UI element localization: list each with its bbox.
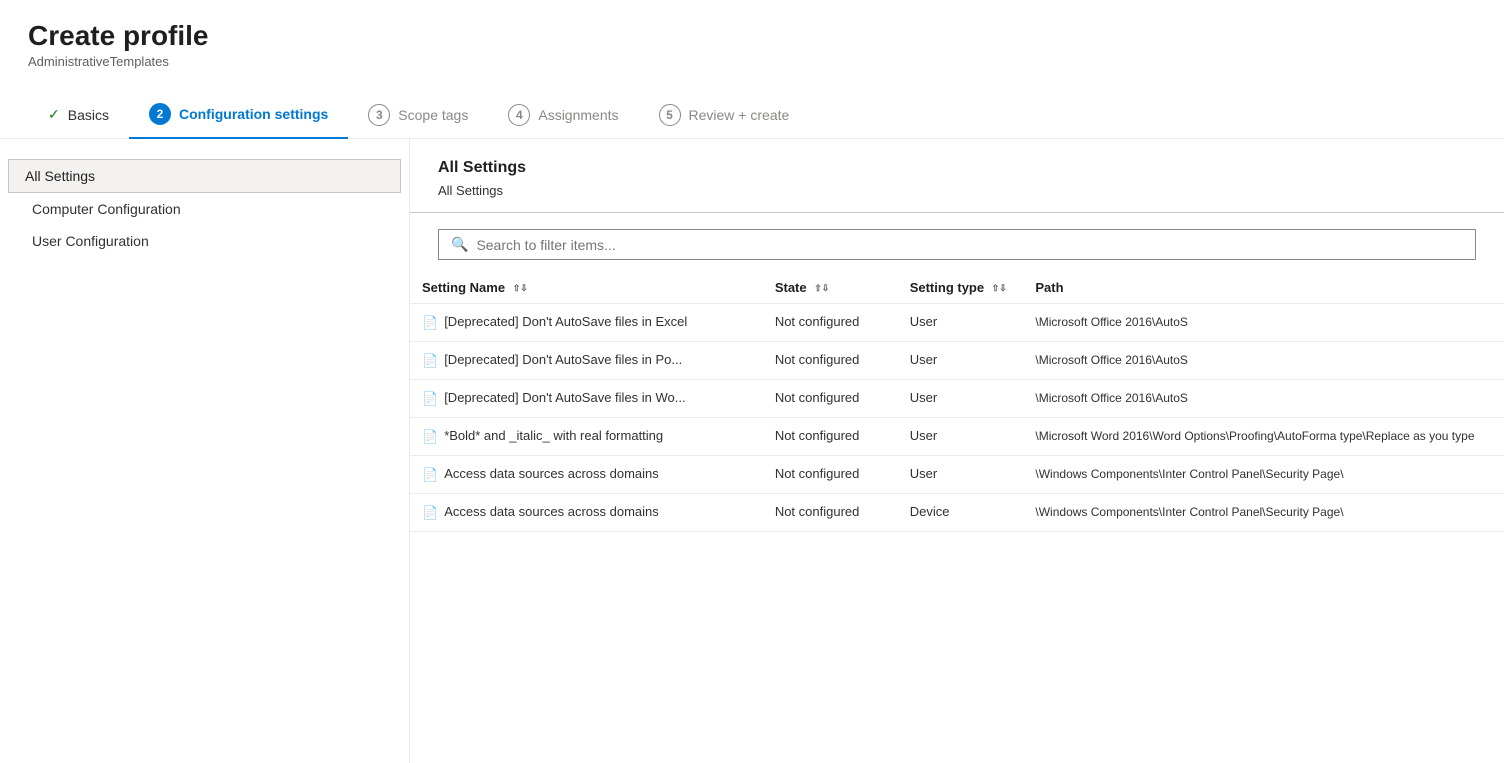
- tab-config-settings[interactable]: 2 Configuration settings: [129, 93, 348, 139]
- cell-state: Not configured: [763, 342, 898, 380]
- sidebar: All Settings Computer Configuration User…: [0, 139, 410, 763]
- setting-name-text: Access data sources across domains: [444, 466, 659, 481]
- breadcrumb: All Settings: [410, 183, 1504, 212]
- cell-type: User: [898, 418, 1024, 456]
- doc-icon: 📄: [422, 505, 438, 521]
- col-header-state[interactable]: State ⇧⇩: [763, 272, 898, 304]
- cell-state: Not configured: [763, 456, 898, 494]
- col-header-path: Path: [1023, 272, 1504, 304]
- doc-icon: 📄: [422, 315, 438, 331]
- page-subtitle: AdministrativeTemplates: [28, 54, 1476, 69]
- cell-type: User: [898, 380, 1024, 418]
- table-body: 📄 [Deprecated] Don't AutoSave files in Ex…: [410, 304, 1504, 532]
- tab-basics[interactable]: ✓ Basics: [28, 96, 129, 135]
- content-panel: All Settings All Settings 🔍 Setting Name…: [410, 139, 1504, 763]
- tab-assignments-label: Assignments: [538, 107, 618, 123]
- path-text: \Microsoft Office 2016\AutoS: [1035, 391, 1188, 405]
- cell-type: User: [898, 342, 1024, 380]
- sidebar-item-computer-config[interactable]: Computer Configuration: [0, 193, 409, 225]
- cell-state: Not configured: [763, 380, 898, 418]
- tab-scope-tags[interactable]: 3 Scope tags: [348, 94, 488, 138]
- page-title: Create profile: [28, 20, 1476, 52]
- content-heading: All Settings: [410, 159, 1504, 183]
- sort-arrows-type[interactable]: ⇧⇩: [992, 284, 1007, 293]
- cell-setting-name: 📄 [Deprecated] Don't AutoSave files in Po…: [410, 342, 763, 380]
- path-text: \Microsoft Office 2016\AutoS: [1035, 315, 1188, 329]
- doc-icon: 📄: [422, 467, 438, 483]
- tab-scope-label: Scope tags: [398, 107, 468, 123]
- cell-setting-name: 📄 [Deprecated] Don't AutoSave files in Wo…: [410, 380, 763, 418]
- settings-table: Setting Name ⇧⇩ State ⇧⇩ Setting type ⇧⇩: [410, 272, 1504, 532]
- setting-name-text: Access data sources across domains: [444, 504, 659, 519]
- sidebar-item-user-config[interactable]: User Configuration: [0, 225, 409, 257]
- cell-path: \Microsoft Word 2016\Word Options\Proofi…: [1023, 418, 1504, 456]
- col-header-setting-name[interactable]: Setting Name ⇧⇩: [410, 272, 763, 304]
- tab-config-label: Configuration settings: [179, 106, 328, 122]
- step-4-circle: 4: [508, 104, 530, 126]
- cell-path: \Windows Components\Inter Control Panel\…: [1023, 494, 1504, 532]
- sort-arrows-name[interactable]: ⇧⇩: [513, 284, 528, 293]
- setting-name-text: *Bold* and _italic_ with real formatting: [444, 428, 663, 443]
- cell-path: \Microsoft Office 2016\AutoS: [1023, 304, 1504, 342]
- path-text: \Windows Components\Inter Control Panel\…: [1035, 467, 1343, 481]
- table-row[interactable]: 📄 [Deprecated] Don't AutoSave files in Wo…: [410, 380, 1504, 418]
- search-icon: 🔍: [451, 236, 468, 253]
- sidebar-item-all-settings[interactable]: All Settings: [8, 159, 401, 193]
- doc-icon: 📄: [422, 353, 438, 369]
- doc-icon: 📄: [422, 391, 438, 407]
- col-header-type[interactable]: Setting type ⇧⇩: [898, 272, 1024, 304]
- table-row[interactable]: 📄 Access data sources across domains Not c…: [410, 456, 1504, 494]
- cell-setting-name: 📄 Access data sources across domains: [410, 494, 763, 532]
- table-row[interactable]: 📄 Access data sources across domains Not c…: [410, 494, 1504, 532]
- search-bar[interactable]: 🔍: [438, 229, 1476, 260]
- cell-path: \Microsoft Office 2016\AutoS: [1023, 380, 1504, 418]
- tab-basics-label: Basics: [68, 107, 109, 123]
- cell-setting-name: 📄 Access data sources across domains: [410, 456, 763, 494]
- sort-arrows-state[interactable]: ⇧⇩: [814, 284, 829, 293]
- table-row[interactable]: 📄 [Deprecated] Don't AutoSave files in Ex…: [410, 304, 1504, 342]
- page-container: Create profile AdministrativeTemplates ✓…: [0, 0, 1504, 763]
- wizard-steps: ✓ Basics 2 Configuration settings 3 Scop…: [0, 81, 1504, 139]
- table-header-row: Setting Name ⇧⇩ State ⇧⇩ Setting type ⇧⇩: [410, 272, 1504, 304]
- setting-name-text: [Deprecated] Don't AutoSave files in Wo.…: [444, 390, 685, 405]
- cell-state: Not configured: [763, 418, 898, 456]
- cell-setting-name: 📄 [Deprecated] Don't AutoSave files in Ex…: [410, 304, 763, 342]
- path-text: \Microsoft Office 2016\AutoS: [1035, 353, 1188, 367]
- step-5-circle: 5: [659, 104, 681, 126]
- check-icon: ✓: [48, 106, 60, 123]
- cell-type: User: [898, 304, 1024, 342]
- cell-path: \Microsoft Office 2016\AutoS: [1023, 342, 1504, 380]
- tab-review-label: Review + create: [689, 107, 790, 123]
- doc-icon: 📄: [422, 429, 438, 445]
- cell-type: Device: [898, 494, 1024, 532]
- step-2-circle: 2: [149, 103, 171, 125]
- cell-state: Not configured: [763, 304, 898, 342]
- main-content: All Settings Computer Configuration User…: [0, 139, 1504, 763]
- tab-assignments[interactable]: 4 Assignments: [488, 94, 638, 138]
- setting-name-text: [Deprecated] Don't AutoSave files in Exc…: [444, 314, 687, 329]
- search-input[interactable]: [476, 237, 1463, 253]
- cell-path: \Windows Components\Inter Control Panel\…: [1023, 456, 1504, 494]
- divider: [410, 212, 1504, 213]
- cell-type: User: [898, 456, 1024, 494]
- path-text: \Windows Components\Inter Control Panel\…: [1035, 505, 1343, 519]
- cell-state: Not configured: [763, 494, 898, 532]
- path-text: \Microsoft Word 2016\Word Options\Proofi…: [1035, 429, 1474, 443]
- table-container[interactable]: Setting Name ⇧⇩ State ⇧⇩ Setting type ⇧⇩: [410, 272, 1504, 763]
- header: Create profile AdministrativeTemplates: [0, 0, 1504, 81]
- table-row[interactable]: 📄 [Deprecated] Don't AutoSave files in Po…: [410, 342, 1504, 380]
- cell-setting-name: 📄 *Bold* and _italic_ with real formattin…: [410, 418, 763, 456]
- setting-name-text: [Deprecated] Don't AutoSave files in Po.…: [444, 352, 682, 367]
- step-3-circle: 3: [368, 104, 390, 126]
- tab-review-create[interactable]: 5 Review + create: [639, 94, 810, 138]
- table-row[interactable]: 📄 *Bold* and _italic_ with real formattin…: [410, 418, 1504, 456]
